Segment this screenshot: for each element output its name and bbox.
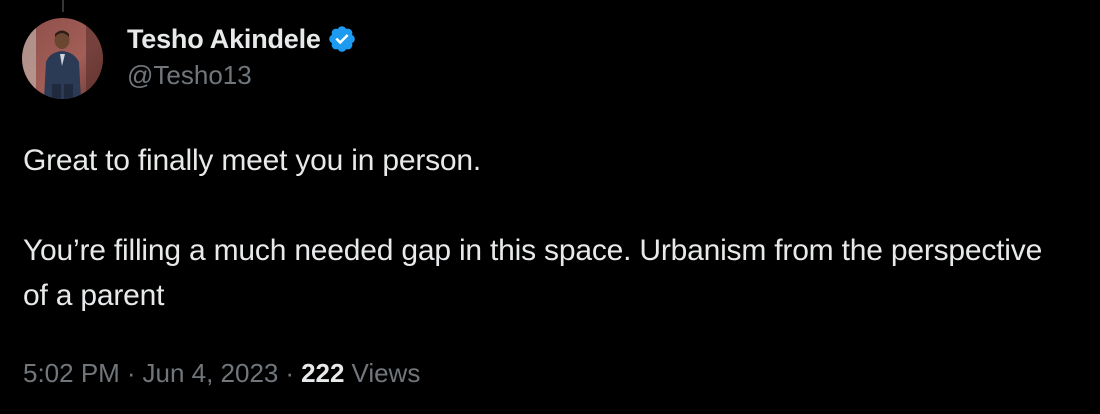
tweet-text: Great to finally meet you in person. You… xyxy=(23,138,1073,318)
tweet-paragraph: You’re filling a much needed gap in this… xyxy=(23,234,1043,312)
thread-connector-line xyxy=(62,0,64,12)
views-count[interactable]: 222 xyxy=(301,358,344,389)
tweet-paragraph: Great to finally meet you in person. xyxy=(23,144,482,177)
tweet-date[interactable]: Jun 4, 2023 xyxy=(143,358,279,389)
author-name-row: Tesho Akindele xyxy=(127,22,357,56)
meta-separator: · xyxy=(285,358,295,388)
author-display-name[interactable]: Tesho Akindele xyxy=(127,24,321,55)
tweet-time[interactable]: 5:02 PM xyxy=(23,358,120,389)
verified-badge-icon[interactable] xyxy=(327,24,357,54)
views-label: Views xyxy=(351,358,421,388)
author-handle[interactable]: @Tesho13 xyxy=(127,60,252,91)
meta-separator: · xyxy=(126,358,136,388)
author-avatar[interactable] xyxy=(22,18,103,99)
profile-photo-icon xyxy=(22,18,103,99)
tweet-metadata: 5:02 PM · Jun 4, 2023 · 222 Views xyxy=(23,358,420,389)
